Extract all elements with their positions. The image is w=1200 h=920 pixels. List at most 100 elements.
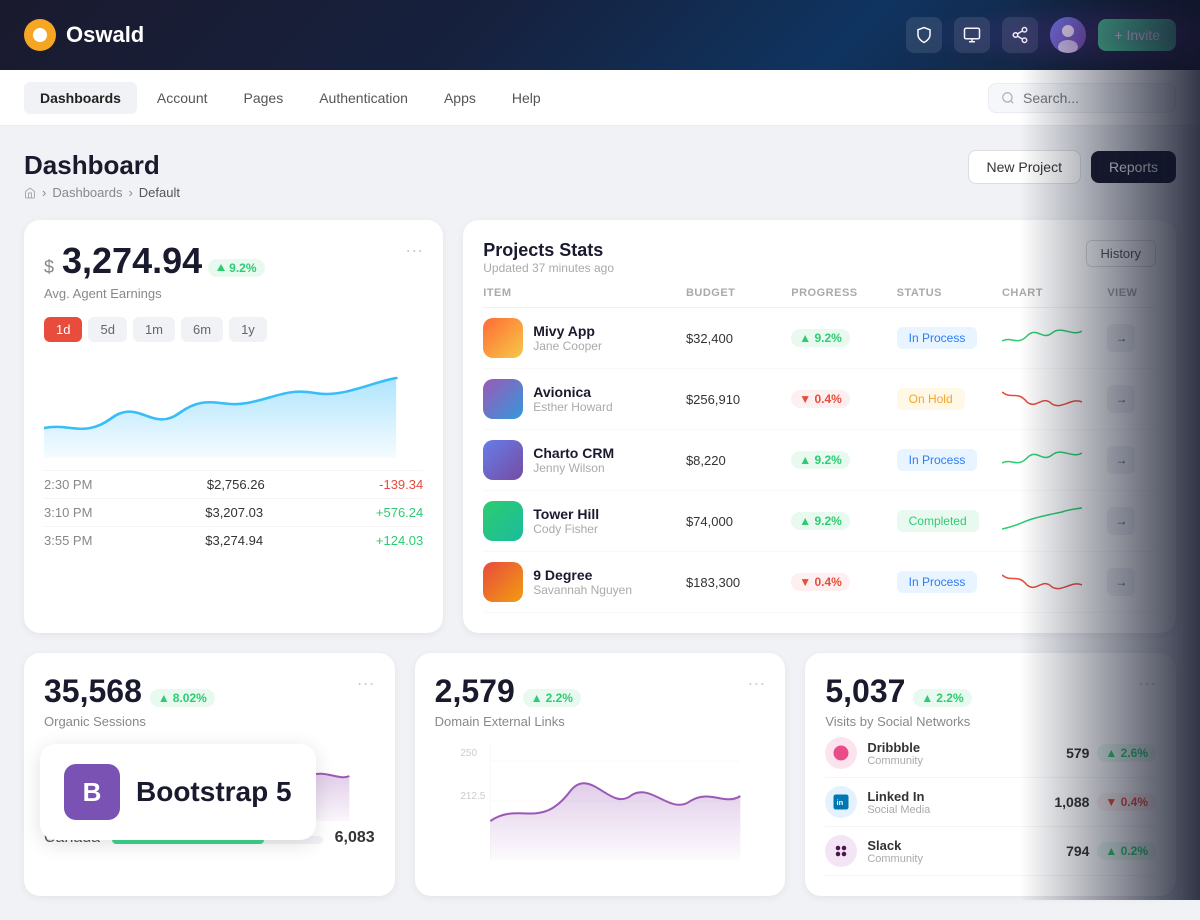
- data-row-3: 3:55 PM $3,274.94 +124.03: [44, 526, 423, 554]
- earnings-value: 3,274.94: [62, 240, 202, 282]
- slack-type: Community: [867, 853, 923, 865]
- social-left-dribbble: Dribbble Community: [825, 737, 923, 769]
- avatar[interactable]: [1050, 17, 1086, 53]
- topbar-icon-btn-1[interactable]: [906, 17, 942, 53]
- nav-item-authentication[interactable]: Authentication: [303, 82, 424, 114]
- breadcrumb: › Dashboards › Default: [24, 185, 180, 200]
- brand: Oswald: [24, 19, 144, 51]
- arrow-btn-1[interactable]: →: [1107, 324, 1135, 352]
- nav-search[interactable]: [988, 83, 1176, 113]
- project-thumb-2: [483, 379, 523, 419]
- bootstrap-badge: B Bootstrap 5: [40, 744, 316, 840]
- organic-badge: ▲ 8.02%: [150, 689, 215, 707]
- status-1: In Process: [897, 329, 994, 347]
- project-thumb-5: [483, 562, 523, 602]
- arrow-btn-5[interactable]: →: [1107, 568, 1135, 596]
- time-btn-6m[interactable]: 6m: [181, 317, 223, 342]
- nav-item-account[interactable]: Account: [141, 82, 224, 114]
- social-item-dribbble: Dribbble Community 579 ▲ 2.6%: [825, 729, 1156, 778]
- topbar-icon-btn-3[interactable]: [1002, 17, 1038, 53]
- chart-5: [1002, 565, 1099, 600]
- project-row-1: Mivy App Jane Cooper $32,400 ▲ 9.2% In P…: [483, 308, 1156, 369]
- reports-button[interactable]: Reports: [1091, 151, 1176, 183]
- project-thumb-3: [483, 440, 523, 480]
- time-filters: 1d 5d 1m 6m 1y: [44, 317, 423, 342]
- nav-item-help[interactable]: Help: [496, 82, 557, 114]
- project-sub-5: Savannah Nguyen: [533, 583, 632, 597]
- data-row-1: 2:30 PM $2,756.26 -139.34: [44, 470, 423, 498]
- card-menu-external[interactable]: ···: [747, 673, 765, 729]
- budget-1: $32,400: [686, 331, 783, 346]
- invite-button[interactable]: + Invite: [1098, 19, 1176, 51]
- earnings-badge: 9.2%: [208, 259, 264, 277]
- external-badge: ▲ 2.2%: [523, 689, 581, 707]
- dollar-sign: $: [44, 257, 54, 278]
- budget-5: $183,300: [686, 575, 783, 590]
- project-row-4: Tower Hill Cody Fisher $74,000 ▲ 9.2% Co…: [483, 491, 1156, 552]
- status-3: In Process: [897, 451, 994, 469]
- dribbble-count: 579: [1066, 745, 1089, 761]
- project-info-4: Tower Hill Cody Fisher: [483, 501, 678, 541]
- project-info-1: Mivy App Jane Cooper: [483, 318, 678, 358]
- page-title: Dashboard: [24, 150, 180, 181]
- project-row-2: Avionica Esther Howard $256,910 ▼ 0.4% O…: [483, 369, 1156, 430]
- project-name-2: Avionica: [533, 384, 612, 400]
- breadcrumb-default: Default: [139, 185, 180, 200]
- arrow-btn-3[interactable]: →: [1107, 446, 1135, 474]
- topbar-icon-btn-2[interactable]: [954, 17, 990, 53]
- nav-item-apps[interactable]: Apps: [428, 82, 492, 114]
- project-name-1: Mivy App: [533, 323, 602, 339]
- chart-1: [1002, 321, 1099, 356]
- earnings-card: $ 3,274.94 9.2% Avg. Agent Earnings ··· …: [24, 220, 443, 633]
- status-4: Completed: [897, 512, 994, 530]
- earnings-header: $ 3,274.94 9.2% Avg. Agent Earnings: [44, 240, 265, 301]
- time-btn-5d[interactable]: 5d: [88, 317, 126, 342]
- search-input[interactable]: [1023, 90, 1163, 106]
- project-info-3: Charto CRM Jenny Wilson: [483, 440, 678, 480]
- table-header: ITEM BUDGET PROGRESS STATUS CHART VIEW: [483, 279, 1156, 308]
- card-menu-social[interactable]: ···: [1138, 673, 1156, 729]
- external-card: 2,579 ▲ 2.2% Domain External Links ···: [415, 653, 786, 896]
- project-sub-1: Jane Cooper: [533, 339, 602, 353]
- project-sub-3: Jenny Wilson: [533, 461, 614, 475]
- nav-item-pages[interactable]: Pages: [228, 82, 300, 114]
- slack-badge: ▲ 0.2%: [1097, 842, 1156, 860]
- svg-text:250: 250: [460, 748, 477, 759]
- breadcrumb-separator: ›: [42, 185, 46, 200]
- social-number: 5,037 ▲ 2.2%: [825, 673, 971, 710]
- arrow-btn-4[interactable]: →: [1107, 507, 1135, 535]
- social-label: Visits by Social Networks: [825, 714, 971, 729]
- arrow-btn-2[interactable]: →: [1107, 385, 1135, 413]
- time-btn-1d[interactable]: 1d: [44, 317, 82, 342]
- social-stats-dribbble: 579 ▲ 2.6%: [1066, 744, 1156, 762]
- project-details-2: Avionica Esther Howard: [533, 384, 612, 414]
- time-btn-1y[interactable]: 1y: [229, 317, 267, 342]
- brand-name: Oswald: [66, 22, 144, 48]
- nav-item-dashboards[interactable]: Dashboards: [24, 82, 137, 114]
- dribbble-type: Community: [867, 755, 923, 767]
- social-card: 5,037 ▲ 2.2% Visits by Social Networks ·…: [805, 653, 1176, 896]
- progress-5: ▼ 0.4%: [791, 573, 888, 591]
- social-left-linkedin: in Linked In Social Media: [825, 786, 930, 818]
- progress-2: ▼ 0.4%: [791, 390, 888, 408]
- chart-3: [1002, 443, 1099, 478]
- bootstrap-text: Bootstrap 5: [136, 776, 292, 808]
- new-project-button[interactable]: New Project: [968, 150, 1081, 184]
- card-menu-earnings[interactable]: ···: [405, 240, 423, 261]
- col-chart: CHART: [1002, 287, 1099, 299]
- col-view: VIEW: [1107, 287, 1156, 299]
- budget-4: $74,000: [686, 514, 783, 529]
- external-header: 2,579 ▲ 2.2% Domain External Links: [435, 673, 581, 729]
- dribbble-name: Dribbble: [867, 740, 923, 755]
- topbar-actions: + Invite: [906, 17, 1176, 53]
- col-status: STATUS: [897, 287, 994, 299]
- projects-title-area: Projects Stats Updated 37 minutes ago: [483, 240, 614, 275]
- card-menu-organic[interactable]: ···: [357, 673, 375, 729]
- history-button[interactable]: History: [1086, 240, 1156, 267]
- map-val: 6,083: [335, 829, 375, 847]
- project-details-1: Mivy App Jane Cooper: [533, 323, 602, 353]
- time-btn-1m[interactable]: 1m: [133, 317, 175, 342]
- project-name-3: Charto CRM: [533, 445, 614, 461]
- bootstrap-logo: B: [64, 764, 120, 820]
- linkedin-name: Linked In: [867, 789, 930, 804]
